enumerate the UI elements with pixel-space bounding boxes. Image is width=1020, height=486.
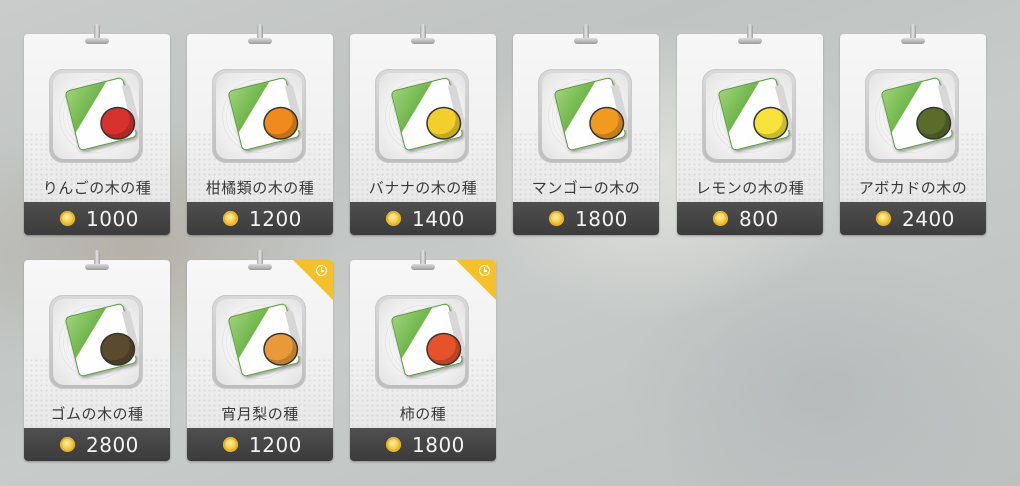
hanger-clip-icon: [574, 24, 598, 46]
item-name: アボカドの木の: [858, 179, 968, 197]
fruit-icon: [264, 334, 297, 365]
hanger-clip-icon: [901, 24, 925, 46]
price-amount: 1800: [575, 207, 628, 231]
item-panel: バナナの木の種: [350, 34, 496, 202]
seed-item-card[interactable]: アボカドの木の 2400: [840, 24, 986, 236]
item-icon-frame: [49, 69, 143, 163]
seed-item-card[interactable]: ゴムの木の種 2800: [24, 250, 170, 462]
price-bar: 1200: [187, 202, 333, 235]
price-amount: 800: [739, 207, 779, 231]
price-amount: 2800: [86, 433, 139, 457]
fruit-icon: [917, 108, 950, 139]
item-name: バナナの木の種: [368, 179, 478, 197]
item-panel: ゴムの木の種: [24, 260, 170, 428]
price-amount: 1000: [86, 207, 139, 231]
item-panel: 柑橘類の木の種: [187, 34, 333, 202]
gold-coin-icon: [223, 437, 238, 452]
price-bar: 1800: [350, 428, 496, 461]
price-amount: 1200: [249, 433, 302, 457]
seed-item-card[interactable]: 柑橘類の木の種 1200: [187, 24, 333, 236]
item-panel: マンゴーの木の: [513, 34, 659, 202]
fruit-icon: [101, 108, 134, 139]
item-name: 宵月梨の種: [221, 405, 299, 423]
seed-item-card[interactable]: マンゴーの木の 1800: [513, 24, 659, 236]
hanger-clip-icon: [248, 250, 272, 272]
fruit-icon: [427, 108, 460, 139]
clock-icon: [316, 265, 327, 276]
item-panel: アボカドの木の: [840, 34, 986, 202]
hanger-clip-icon: [411, 250, 435, 272]
price-bar: 1000: [24, 202, 170, 235]
seed-item-card[interactable]: バナナの木の種 1400: [350, 24, 496, 236]
price-amount: 2400: [902, 207, 955, 231]
gold-coin-icon: [60, 437, 75, 452]
item-panel: レモンの木の種: [677, 34, 823, 202]
seed-item-card[interactable]: 柿の種 1800: [350, 250, 496, 462]
fruit-icon: [427, 334, 460, 365]
item-icon-frame: [49, 295, 143, 389]
item-name: レモンの木の種: [695, 179, 805, 197]
price-bar: 1200: [187, 428, 333, 461]
fruit-icon: [590, 108, 623, 139]
hanger-clip-icon: [85, 250, 109, 272]
item-icon-frame: [375, 295, 469, 389]
seed-item-card[interactable]: りんごの木の種 1000: [24, 24, 170, 236]
item-name: 柑橘類の木の種: [205, 179, 315, 197]
gold-coin-icon: [549, 211, 564, 226]
item-panel: 柿の種: [350, 260, 496, 428]
gold-coin-icon: [876, 211, 891, 226]
gold-coin-icon: [713, 211, 728, 226]
item-name: りんごの木の種: [42, 179, 152, 197]
seed-item-card[interactable]: 宵月梨の種 1200: [187, 250, 333, 462]
item-icon-frame: [212, 295, 306, 389]
item-panel: りんごの木の種: [24, 34, 170, 202]
clock-icon: [479, 265, 490, 276]
gold-coin-icon: [386, 437, 401, 452]
price-amount: 1400: [412, 207, 465, 231]
price-bar: 1400: [350, 202, 496, 235]
fruit-icon: [264, 108, 297, 139]
hanger-clip-icon: [85, 24, 109, 46]
price-amount: 1200: [249, 207, 302, 231]
gold-coin-icon: [60, 211, 75, 226]
hanger-clip-icon: [411, 24, 435, 46]
price-bar: 2400: [840, 202, 986, 235]
item-icon-frame: [212, 69, 306, 163]
gold-coin-icon: [386, 211, 401, 226]
item-icon-frame: [538, 69, 632, 163]
fruit-icon: [101, 334, 134, 365]
price-amount: 1800: [412, 433, 465, 457]
item-name: ゴムの木の種: [50, 405, 144, 423]
price-bar: 2800: [24, 428, 170, 461]
item-name: マンゴーの木の: [531, 179, 641, 197]
item-icon-frame: [702, 69, 796, 163]
hanger-clip-icon: [738, 24, 762, 46]
item-icon-frame: [375, 69, 469, 163]
price-bar: 800: [677, 202, 823, 235]
hanger-clip-icon: [248, 24, 272, 46]
background-shade: [620, 240, 1020, 486]
item-name: 柿の種: [399, 405, 447, 423]
gold-coin-icon: [223, 211, 238, 226]
fruit-icon: [754, 108, 787, 139]
seed-item-card[interactable]: レモンの木の種 800: [677, 24, 823, 236]
price-bar: 1800: [513, 202, 659, 235]
item-panel: 宵月梨の種: [187, 260, 333, 428]
item-icon-frame: [865, 69, 959, 163]
